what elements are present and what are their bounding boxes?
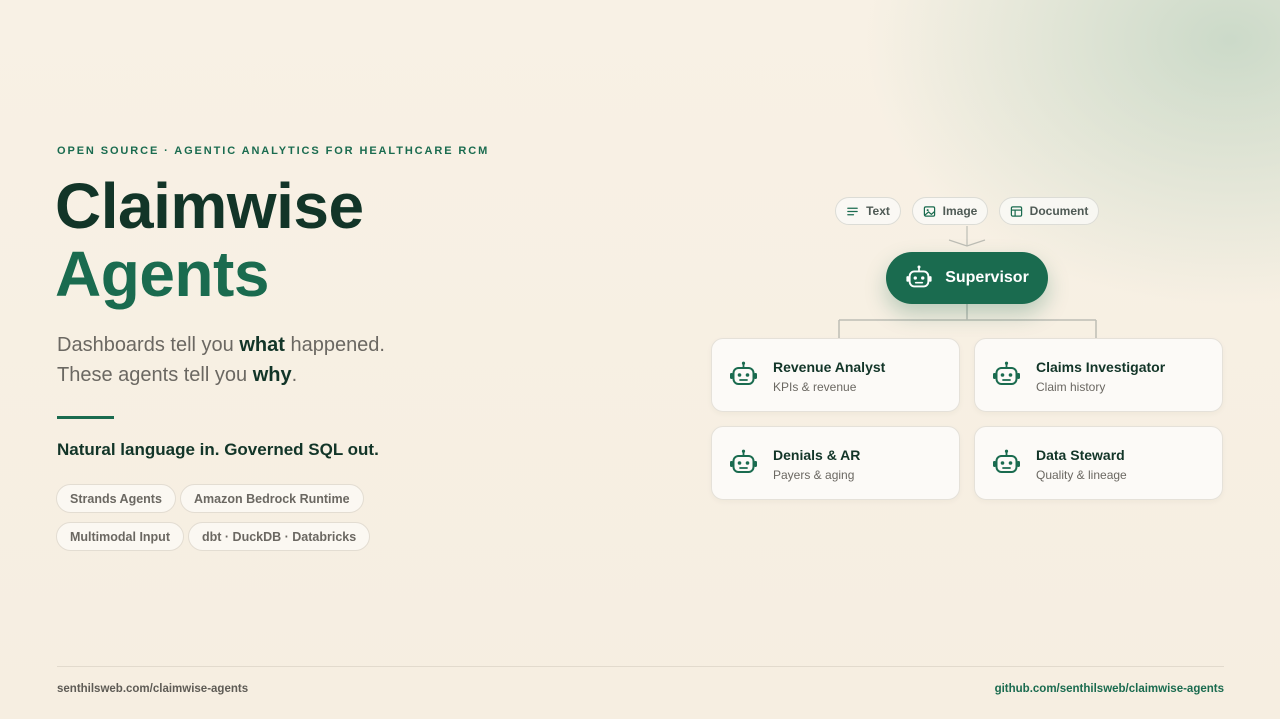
supervisor-node: Supervisor	[886, 252, 1048, 304]
agent-name: Revenue Analyst	[773, 359, 886, 375]
agent-description: KPIs & revenue	[773, 380, 857, 394]
input-pill-label: Document	[1029, 204, 1089, 218]
input-pill-image: Image	[912, 197, 988, 225]
robot-icon	[730, 361, 757, 385]
footer-website-link[interactable]: senthilsweb.com/claimwise-agents	[57, 683, 248, 695]
agent-description: Claim history	[1036, 380, 1106, 394]
footer-github-link[interactable]: github.com/senthilsweb/claimwise-agents	[995, 683, 1224, 695]
robot-icon	[993, 361, 1020, 385]
agent-description: Payers & aging	[773, 468, 855, 482]
robot-icon	[730, 449, 757, 473]
agent-card-denials-ar: Denials & AR Payers & aging	[711, 426, 960, 500]
agent-name: Denials & AR	[773, 447, 861, 463]
text-lines-icon	[847, 207, 858, 215]
input-pill-label: Image	[942, 204, 978, 218]
robot-icon	[993, 449, 1020, 473]
footer-divider	[57, 666, 1224, 667]
agent-description: Quality & lineage	[1036, 468, 1127, 482]
input-pill-text: Text	[835, 197, 901, 225]
agent-name: Claims Investigator	[1036, 359, 1166, 375]
supervisor-label: Supervisor	[945, 269, 1029, 286]
agent-card-data-steward: Data Steward Quality & lineage	[974, 426, 1223, 500]
image-icon	[923, 205, 935, 217]
agent-name: Data Steward	[1036, 447, 1125, 463]
agent-card-revenue-analyst: Revenue Analyst KPIs & revenue	[711, 338, 960, 412]
document-icon	[1010, 205, 1022, 217]
input-pill-label: Text	[866, 204, 890, 218]
input-pill-document: Document	[999, 197, 1099, 225]
agent-card-claims-investigator: Claims Investigator Claim history	[974, 338, 1223, 412]
robot-icon	[906, 265, 932, 288]
